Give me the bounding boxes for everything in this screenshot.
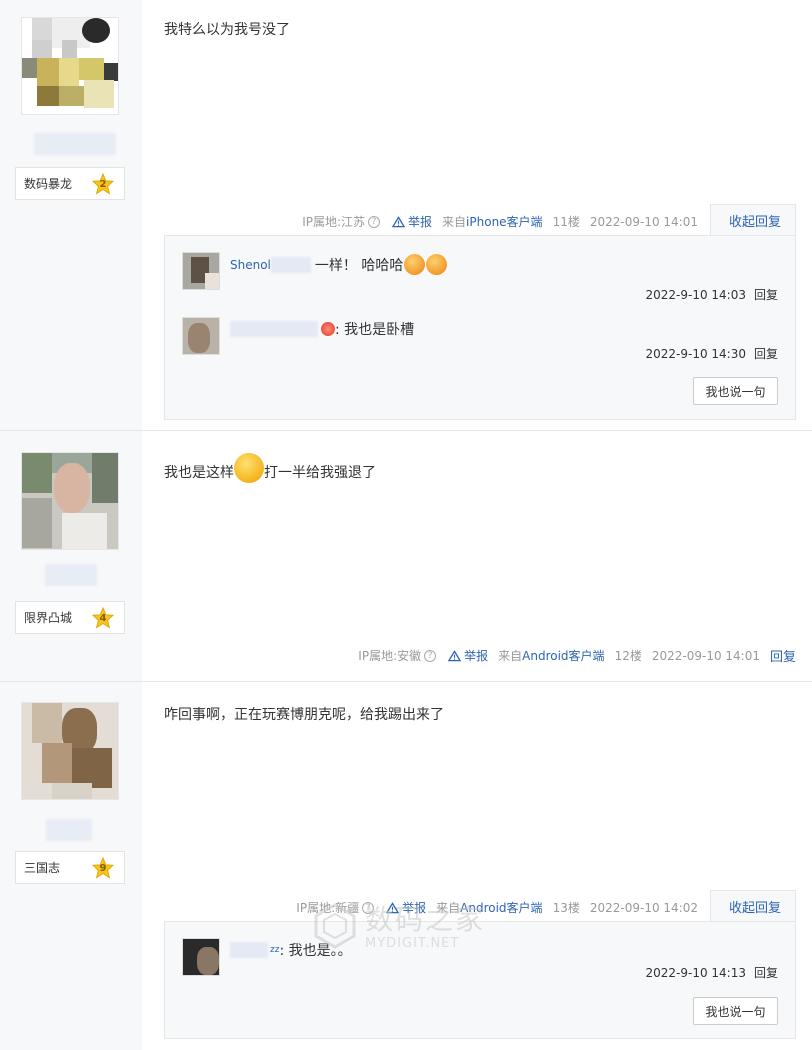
ip-location: IP属地:江苏 [302,215,366,229]
sub-reply-avatar[interactable] [182,317,220,355]
sub-reply-reply-link[interactable]: 回复 [754,288,778,302]
report-link[interactable]: 举报 [448,647,488,664]
collapse-replies-button[interactable]: 收起回复 [709,890,796,925]
post-author-panel: 数码暴龙 2 [0,0,142,430]
post-author-panel: 三国志 9 [0,682,142,1050]
post-meta: IP属地:江苏 ? 举报 来自iPhone客户端 11楼 2022-09-10 … [302,204,796,239]
sub-reply-meta: 2022-9-10 14:03 回复 [645,288,778,302]
post-content: 我特么以为我号没了 [164,22,290,38]
post-floor-11: 数码暴龙 2 我特么以为我号没了 IP属地:江苏 ? 举报 来自iPhone客户… [0,0,812,431]
avatar[interactable] [21,452,119,550]
post-floor-12: 限界凸城 4 我也是这样 打一半给我强退了 IP属地:安徽 ? 举报 来自Andr… [0,431,812,682]
post-author-panel: 限界凸城 4 [0,431,142,681]
emoji-icon [321,322,335,336]
username-blurred[interactable] [45,564,97,586]
client-link[interactable]: Android客户端 [522,649,604,663]
sub-reply-reply-link[interactable]: 回复 [754,347,778,361]
badge-label: 三国志 [24,861,61,875]
watermark-title: 数码之家 [365,903,486,936]
post-time: 2022-09-10 14:01 [651,648,760,663]
floor-number: 13楼 [552,901,580,915]
post-floor-13: 三国志 9 咋回事啊，正在玩赛博朋克呢，给我踢出来了 IP属地:新疆 ? 举报 … [0,682,812,1050]
post-content: 咋回事啊，正在玩赛博朋克呢，给我踢出来了 [164,707,444,723]
level-number: 4 [99,612,107,624]
add-comment-button[interactable]: 我也说一句 [693,997,778,1025]
help-icon[interactable]: ? [424,649,437,662]
member-badge[interactable]: 限界凸城 4 [15,601,125,634]
client-source: 来自iPhone客户端 [442,215,543,229]
sub-reply-text: Shenol 一样！ 哈哈哈 [230,254,448,275]
watermark-logo-icon [314,903,356,949]
floor-number: 11楼 [552,215,580,229]
sub-reply-meta: 2022-9-10 14:30 回复 [645,347,778,361]
warning-icon [448,649,462,661]
sub-reply-avatar[interactable] [182,938,220,976]
member-badge[interactable]: 三国志 9 [15,851,125,884]
ip-location: IP属地:安徽 [358,649,422,663]
sub-reply-text: : 我也是卧槽 [230,319,414,339]
report-link[interactable]: 举报 [392,213,432,230]
sub-reply-username[interactable]: zz [270,945,279,955]
avatar[interactable] [21,702,119,800]
sub-reply-meta: 2022-9-10 14:13 回复 [645,966,778,980]
floor-number: 12楼 [614,649,642,663]
sub-reply-avatar[interactable] [182,252,220,290]
watermark-url: MYDIGIT.NET [365,936,460,951]
post-time: 2022-09-10 14:02 [589,900,698,915]
reply-button[interactable]: 回复 [770,646,796,665]
member-badge[interactable]: 数码暴龙 2 [15,167,125,200]
sub-reply-reply-link[interactable]: 回复 [754,966,778,980]
username-blurred[interactable] [34,133,116,155]
level-number: 9 [99,862,107,874]
post-meta: IP属地:安徽 ? 举报 来自Android客户端 12楼 2022-09-10… [358,646,796,666]
username-blurred[interactable] [46,819,92,841]
sub-reply-username[interactable]: Shenol [230,258,271,272]
badge-label: 限界凸城 [24,611,73,625]
site-watermark: 数码之家 MYDIGIT.NET [305,896,505,960]
sub-reply-box: Shenol 一样！ 哈哈哈 2022-9-10 14:03 回复 : 我也是卧槽 [164,235,796,420]
client-link[interactable]: iPhone客户端 [466,215,543,229]
angry-emoji-icon [234,453,264,483]
level-number: 2 [99,178,107,190]
username-blurred[interactable] [230,321,318,337]
post-time: 2022-09-10 14:01 [589,214,698,229]
sub-reply-item: : 我也是卧槽 2022-9-10 14:30 回复 [182,317,778,367]
angry-emoji-icon [404,254,426,275]
avatar[interactable] [21,17,119,115]
sub-reply-item: Shenol 一样！ 哈哈哈 2022-9-10 14:03 回复 [182,252,778,302]
collapse-replies-button[interactable]: 收起回复 [709,204,796,239]
add-comment-button[interactable]: 我也说一句 [693,377,778,405]
angry-emoji-icon [426,254,448,275]
username-blurred[interactable] [230,942,268,958]
client-source: 来自Android客户端 [498,649,605,663]
username-blurred [270,256,311,273]
help-icon[interactable]: ? [368,215,381,228]
warning-icon [392,215,406,227]
badge-label: 数码暴龙 [24,177,73,191]
post-content: 我也是这样 打一半给我强退了 [164,453,376,483]
